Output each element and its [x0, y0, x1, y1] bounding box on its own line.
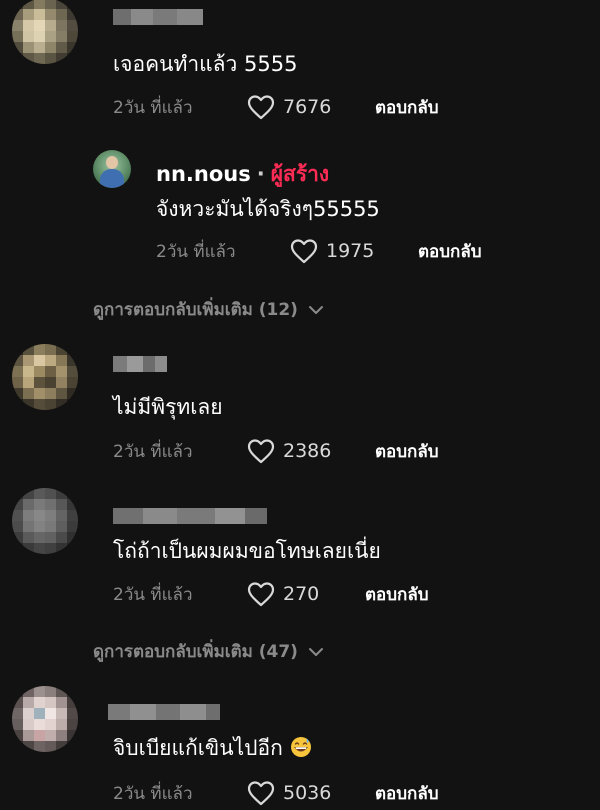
like-button[interactable]: 7676: [247, 94, 357, 120]
comment-meta: 2วัน ที่แล้ว 2386 ตอบกลับ: [113, 436, 439, 466]
comment-text: เจอคนทำแล้ว 5555: [113, 52, 298, 76]
like-button[interactable]: 2386: [247, 438, 357, 464]
username-blurred[interactable]: [113, 356, 167, 372]
like-button[interactable]: 270: [247, 581, 347, 607]
heart-outline-icon[interactable]: [247, 438, 275, 464]
comment-text: จิบเบียแก้เขินไปอีก: [113, 734, 312, 762]
reply-text: จังหวะมันได้จริงๆ55555: [156, 197, 380, 221]
comment-text: ไม่มีพิรุทเลย: [113, 395, 223, 419]
like-button[interactable]: 5036: [247, 780, 357, 806]
reply-button[interactable]: ตอบกลับ: [375, 780, 439, 807]
comment-text: โถ่ถ้าเป็นผมผมขอโทษเลยเนี่ย: [113, 539, 381, 563]
comment-meta: 2วัน ที่แล้ว 270 ตอบกลับ: [113, 579, 429, 609]
separator-dot: ·: [256, 162, 265, 186]
heart-outline-icon[interactable]: [290, 238, 318, 264]
comment-meta: 2วัน ที่แล้ว 7676 ตอบกลับ: [113, 92, 439, 122]
comment-time: 2วัน ที่แล้ว: [113, 441, 193, 462]
username-blurred[interactable]: [113, 9, 203, 25]
heart-outline-icon[interactable]: [247, 94, 275, 120]
view-more-replies-button[interactable]: ดูการตอบกลับเพิ่มเติม (12): [93, 296, 324, 323]
like-count: 2386: [283, 440, 332, 462]
comment-text-label: จิบเบียแก้เขินไปอีก: [113, 736, 283, 760]
commenter-avatar[interactable]: [12, 344, 78, 410]
commenter-avatar[interactable]: [12, 0, 78, 64]
comment-time: 2วัน ที่แล้ว: [113, 97, 193, 118]
username-blurred[interactable]: [108, 704, 220, 720]
comment-meta: 2วัน ที่แล้ว 5036 ตอบกลับ: [113, 778, 439, 808]
chevron-down-icon: [308, 647, 323, 656]
creator-avatar[interactable]: [93, 150, 131, 188]
heart-outline-icon[interactable]: [247, 780, 275, 806]
reply-button[interactable]: ตอบกลับ: [418, 238, 482, 265]
comment-time: 2วัน ที่แล้ว: [113, 584, 193, 605]
grinning-sweat-emoji-icon: [290, 737, 311, 757]
like-count: 1975: [326, 240, 375, 262]
comment-time: 2วัน ที่แล้ว: [113, 783, 193, 804]
commenter-avatar[interactable]: [12, 686, 78, 752]
like-count: 5036: [283, 782, 332, 804]
chevron-down-icon: [308, 305, 323, 314]
reply-meta: 2วัน ที่แล้ว 1975 ตอบกลับ: [156, 236, 482, 266]
username-blurred[interactable]: [113, 508, 267, 524]
like-button[interactable]: 1975: [290, 238, 400, 264]
creator-username[interactable]: nn.nous: [156, 162, 251, 186]
heart-outline-icon[interactable]: [247, 581, 275, 607]
view-more-replies-label: ดูการตอบกลับเพิ่มเติม (47): [93, 642, 298, 662]
view-more-replies-button[interactable]: ดูการตอบกลับเพิ่มเติม (47): [93, 638, 324, 665]
reply-button[interactable]: ตอบกลับ: [375, 438, 439, 465]
commenter-avatar[interactable]: [12, 488, 78, 554]
creator-badge: ผู้สร้าง: [270, 162, 330, 186]
reply-button[interactable]: ตอบกลับ: [365, 581, 429, 608]
reply-button[interactable]: ตอบกลับ: [375, 94, 439, 121]
like-count: 270: [283, 583, 320, 605]
view-more-replies-label: ดูการตอบกลับเพิ่มเติม (12): [93, 300, 298, 320]
reply-time: 2วัน ที่แล้ว: [156, 241, 236, 262]
like-count: 7676: [283, 96, 332, 118]
creator-name-line: nn.nous · ผู้สร้าง: [156, 158, 329, 191]
